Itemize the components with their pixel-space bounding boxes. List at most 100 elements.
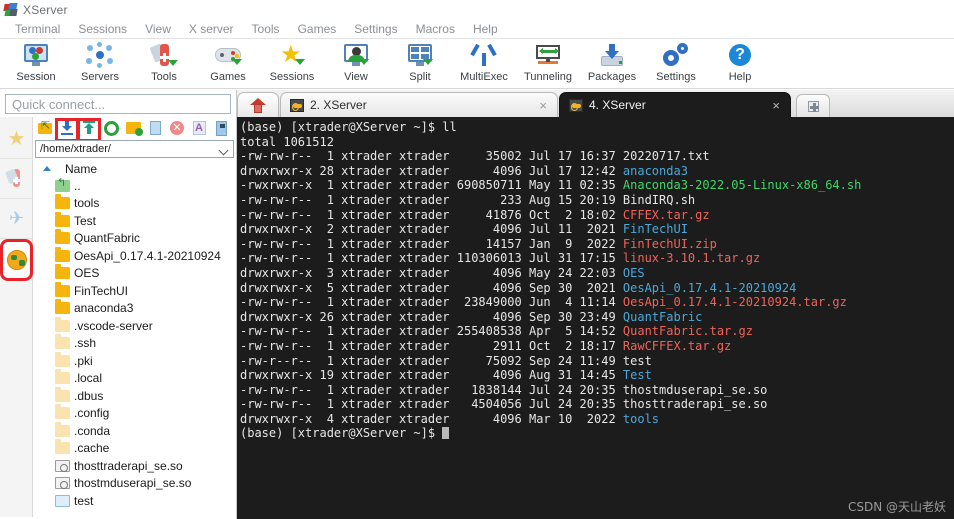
ribbon-button-packages[interactable]: Packages [580, 39, 644, 89]
terminal-text: (base) [xtrader@XServer ~]$ ll [240, 120, 457, 134]
refresh-icon[interactable] [101, 119, 121, 138]
text-mode-icon[interactable]: A [189, 119, 209, 138]
upload-icon[interactable] [77, 117, 101, 142]
key-icon [290, 98, 304, 112]
ribbon-button-view[interactable]: View [324, 39, 388, 89]
file-row[interactable]: thostmduserapi_se.so [37, 475, 236, 493]
delete-icon[interactable]: ✕ [167, 119, 187, 138]
menu-item-help[interactable]: Help [464, 22, 507, 36]
file-row[interactable]: anaconda3 [37, 299, 236, 318]
tab-close-icon-4[interactable]: × [772, 99, 780, 112]
file-row[interactable]: OesApi_0.17.4.1-20210924 [37, 246, 236, 265]
file-row[interactable]: Test [37, 211, 236, 230]
file-row[interactable]: .. [37, 177, 236, 195]
sidebar-item-tools[interactable] [0, 159, 33, 199]
menu-item-sessions[interactable]: Sessions [69, 22, 136, 36]
terminal-text: anaconda3 [622, 163, 688, 178]
terminal-text: 20220717.txt [622, 149, 710, 164]
window-title: XServer [23, 2, 68, 17]
terminal-text: RawCFFEX.tar.gz [622, 338, 732, 353]
ribbon-button-tunneling[interactable]: Tunneling [516, 39, 580, 89]
file-row[interactable]: OES [37, 264, 236, 283]
terminal-line: -rw-rw-r-- 1 xtrader xtrader 233 Aug 15 … [240, 193, 954, 208]
tab-close-icon-2[interactable]: × [539, 99, 547, 112]
ribbon-button-sessions[interactable]: ★ Sessions [260, 39, 324, 89]
ribbon-label-view: View [344, 71, 368, 83]
key-icon [569, 98, 583, 112]
terminal-text: QuantFabric.tar.gz [622, 324, 753, 339]
menu-item-games[interactable]: Games [289, 22, 346, 36]
menu-bar: Terminal Sessions View X server Tools Ga… [0, 19, 954, 39]
terminal-text: tools [622, 411, 660, 426]
terminal-line: drwxrwxr-x 3 xtrader xtrader 4096 May 24… [240, 266, 954, 281]
sidebar-item-sessions[interactable]: ★ [0, 119, 33, 159]
file-browser-toolbar: ⇱ ✕ A [33, 117, 236, 142]
binary-mode-icon[interactable] [211, 119, 231, 138]
ribbon-button-tools[interactable]: Tools [132, 39, 196, 89]
sftp-file-browser: ⇱ ✕ A /home/xtrader/ Name ↰ .. tools Tes… [33, 117, 236, 517]
file-row-name: .. [74, 178, 81, 193]
menu-item-view[interactable]: View [136, 22, 180, 36]
terminal-line: drwxrwxr-x 4 xtrader xtrader 4096 Mar 10… [240, 412, 954, 427]
file-row[interactable]: .local [37, 369, 236, 388]
menu-item-macros[interactable]: Macros [407, 22, 464, 36]
column-header-name[interactable]: Name [37, 160, 236, 177]
terminal-line: -rw-rw-r-- 1 xtrader xtrader 255408538 A… [240, 324, 954, 339]
file-row[interactable]: .cache [37, 439, 236, 458]
file-row[interactable]: thosttraderapi_se.so [37, 457, 236, 475]
file-row[interactable]: .config [37, 404, 236, 423]
folder-icon [55, 264, 70, 280]
vertical-sidebar: ★ ✈ [0, 117, 33, 517]
ribbon-button-settings[interactable]: Settings [644, 39, 708, 89]
ribbon-label-games: Games [210, 71, 246, 83]
ribbon-button-servers[interactable]: Servers [68, 39, 132, 89]
file-row[interactable]: .dbus [37, 386, 236, 405]
tab-home[interactable] [237, 92, 279, 117]
ribbon-button-split[interactable]: Split [388, 39, 452, 89]
file-row[interactable]: test [37, 492, 236, 510]
file-icon [55, 494, 70, 507]
file-row-name: OesApi_0.17.4.1-20210924 [74, 248, 221, 263]
terminal-cursor [442, 427, 450, 440]
ribbon-button-multiexec[interactable]: MultiExec [452, 39, 516, 89]
watermark-text: CSDN @天山老妖 [847, 500, 946, 514]
file-row[interactable]: QuantFabric [37, 229, 236, 248]
go-up-folder-icon[interactable]: ⇱ [35, 119, 55, 138]
folder-hidden-icon [55, 404, 70, 420]
file-row[interactable]: tools [37, 194, 236, 213]
folder-icon [55, 211, 70, 227]
sidebar-item-macros[interactable]: ✈ [0, 199, 33, 239]
file-row[interactable]: .conda [37, 421, 236, 440]
menu-item-settings[interactable]: Settings [345, 22, 406, 36]
terminal-line: -rw-rw-r-- 1 xtrader xtrader 41876 Oct 2… [240, 208, 954, 223]
folder-icon [55, 194, 70, 210]
terminal-line: -rw-r--r-- 1 xtrader xtrader 75092 Sep 2… [240, 354, 954, 369]
file-row[interactable]: .vscode-server [37, 316, 236, 335]
file-row[interactable]: .pki [37, 351, 236, 370]
file-row[interactable]: FinTechUI [37, 281, 236, 300]
menu-item-tools[interactable]: Tools [243, 22, 289, 36]
ribbon-button-games[interactable]: Games [196, 39, 260, 89]
tab-xserver-2[interactable]: 2. XServer × [280, 92, 558, 117]
file-row-name: thostmduserapi_se.so [74, 476, 192, 491]
folder-hidden-icon [55, 369, 70, 385]
sidebar-item-sftp-browser[interactable] [0, 239, 33, 281]
file-row[interactable]: .ssh [37, 334, 236, 353]
menu-item-xserver[interactable]: X server [180, 22, 243, 36]
chevron-down-icon[interactable] [218, 145, 229, 156]
terminal-text: FinTechUI [622, 222, 688, 237]
quick-connect-input[interactable]: Quick connect... [5, 94, 231, 114]
tab-xserver-4[interactable]: 4. XServer × [559, 92, 791, 117]
new-folder-icon[interactable] [123, 119, 143, 138]
new-file-icon[interactable] [145, 119, 165, 138]
download-icon[interactable] [55, 117, 79, 142]
star-sessions-icon: ★ [7, 128, 26, 150]
ribbon-button-session[interactable]: Session [4, 39, 68, 89]
menu-item-terminal[interactable]: Terminal [6, 22, 69, 36]
split-layout-icon [405, 42, 435, 70]
new-tab-button[interactable] [796, 94, 830, 117]
ribbon-button-help[interactable]: ? Help [708, 39, 772, 89]
terminal-panel: 2. XServer × 4. XServer × (base) [xtrade… [237, 90, 954, 519]
path-input[interactable]: /home/xtrader/ [35, 140, 234, 158]
terminal-output[interactable]: (base) [xtrader@XServer ~]$ ll total 1061… [237, 117, 954, 519]
